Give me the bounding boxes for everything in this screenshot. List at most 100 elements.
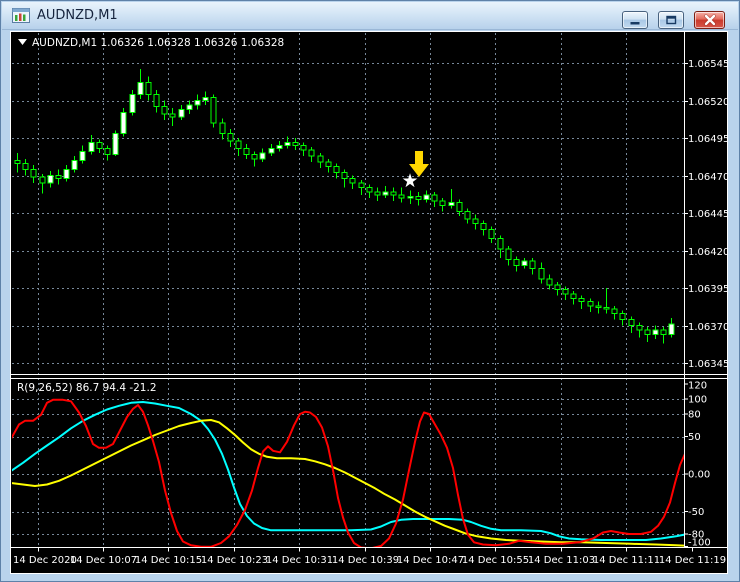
candle-body: [277, 146, 282, 149]
time-axis-label: 14 Dec 10:23: [201, 555, 268, 566]
candle-body: [179, 110, 184, 118]
price-axis-label: 1.06520: [688, 97, 727, 108]
close-button[interactable]: [694, 11, 725, 29]
price-axis-label: 1.06395: [688, 284, 727, 295]
price-axis-label: 1.06445: [688, 209, 727, 220]
candle-body: [89, 143, 94, 152]
restore-icon: [663, 14, 679, 26]
candle-body: [579, 299, 584, 302]
candle-body: [236, 141, 241, 149]
window-title: AUDNZD,M1: [37, 8, 118, 23]
candle-body: [457, 203, 462, 212]
candle-body: [465, 212, 470, 220]
candle-body: [359, 183, 364, 188]
symbol-ohlc-label: AUDNZD,M1 1.06326 1.06328 1.06326 1.0632…: [32, 37, 284, 49]
candle-body: [416, 197, 421, 200]
candle-body: [440, 201, 445, 206]
star-icon: ★: [401, 170, 418, 192]
chart-window: AUDNZD,M1 ★1.065451.065201.064951.064701…: [0, 0, 740, 582]
time-axis-label: 14 Dec 11:19: [659, 555, 726, 566]
candle-body: [72, 161, 77, 170]
candle-body: [408, 197, 413, 199]
candle-body: [342, 173, 347, 179]
candle-body: [162, 107, 167, 115]
restore-button[interactable]: [658, 11, 684, 29]
candle-body: [669, 324, 674, 335]
chart-canvas[interactable]: ★1.065451.065201.064951.064701.064451.06…: [11, 32, 727, 573]
candle-body: [244, 149, 249, 155]
candle-body: [211, 98, 216, 124]
indicator-axis-label: 120: [688, 381, 707, 392]
candle-body: [203, 98, 208, 101]
minimize-button[interactable]: [622, 11, 648, 29]
time-axis-label: 14 Dec 10:47: [397, 555, 464, 566]
candle-body: [146, 83, 151, 95]
candle-body: [653, 330, 658, 335]
candle-body: [309, 150, 314, 156]
indicator-axis-label: 0.00: [688, 470, 710, 481]
candle-body: [481, 224, 486, 230]
candle-body: [596, 306, 601, 308]
candle-body: [449, 203, 454, 206]
candle-body: [539, 269, 544, 280]
time-axis-label: 14 Dec 10:31: [266, 555, 333, 566]
candle-body: [80, 152, 85, 161]
price-axis-label: 1.06420: [688, 247, 727, 258]
price-axis-label: 1.06545: [688, 59, 727, 70]
minimize-icon: [627, 14, 643, 26]
candle-body: [612, 309, 617, 314]
close-icon: [702, 14, 718, 26]
candle-body: [514, 260, 519, 266]
candle-body: [252, 155, 257, 160]
candle-body: [130, 95, 135, 113]
candle-body: [40, 177, 45, 183]
candle-body: [375, 192, 380, 195]
time-axis-label: 14 Dec 11:11: [593, 555, 660, 566]
time-axis-label: 14 Dec 11:03: [528, 555, 595, 566]
candle-body: [563, 290, 568, 295]
candle-body: [170, 114, 175, 117]
chart-background: [11, 32, 727, 573]
candle-body: [105, 149, 110, 155]
chart-client-area: ★1.065451.065201.064951.064701.064451.06…: [10, 31, 728, 574]
price-axis-label: 1.06345: [688, 359, 727, 370]
indicator-axis-label: 100: [688, 395, 707, 406]
candle-body: [195, 101, 200, 106]
price-axis-label: 1.06470: [688, 172, 727, 183]
chart-window-icon: [12, 8, 30, 23]
time-axis-label: 14 Dec 10:07: [70, 555, 137, 566]
indicator-name-label: R(9,26,52) 86.7 94.4 -21.2: [17, 382, 157, 394]
candle-body: [547, 279, 552, 285]
candle-body: [154, 95, 159, 107]
candle-body: [629, 320, 634, 326]
price-axis-label: 1.06495: [688, 134, 727, 145]
window-titlebar[interactable]: AUDNZD,M1: [2, 2, 738, 30]
candle-body: [489, 230, 494, 239]
candle-body: [620, 314, 625, 320]
candle-body: [285, 143, 290, 146]
candle-body: [48, 176, 53, 184]
candle-body: [318, 156, 323, 162]
time-axis-label: 14 Dec 10:15: [135, 555, 202, 566]
indicator-axis-label: 80: [688, 410, 701, 421]
candle-body: [367, 188, 372, 193]
time-axis-label: 14 Dec 2020: [13, 555, 77, 566]
candle-body: [506, 249, 511, 260]
candle-body: [326, 162, 331, 167]
candle-body: [391, 192, 396, 195]
candle-body: [661, 330, 666, 335]
candle-body: [23, 164, 28, 170]
candle-body: [588, 302, 593, 307]
candle-body: [604, 308, 609, 310]
candle-body: [187, 105, 192, 110]
candle-body: [399, 195, 404, 198]
candle-body: [15, 161, 20, 164]
candle-body: [97, 143, 102, 149]
price-axis[interactable]: 1.06545 1.06520 1.06495 1.06470 1.06445 1.064…: [684, 59, 727, 370]
candle-body: [220, 123, 225, 134]
candle-body: [637, 326, 642, 331]
candle-body: [56, 176, 61, 179]
candle-body: [228, 134, 233, 142]
candle-body: [555, 285, 560, 290]
time-axis-label: 14 Dec 10:39: [332, 555, 399, 566]
